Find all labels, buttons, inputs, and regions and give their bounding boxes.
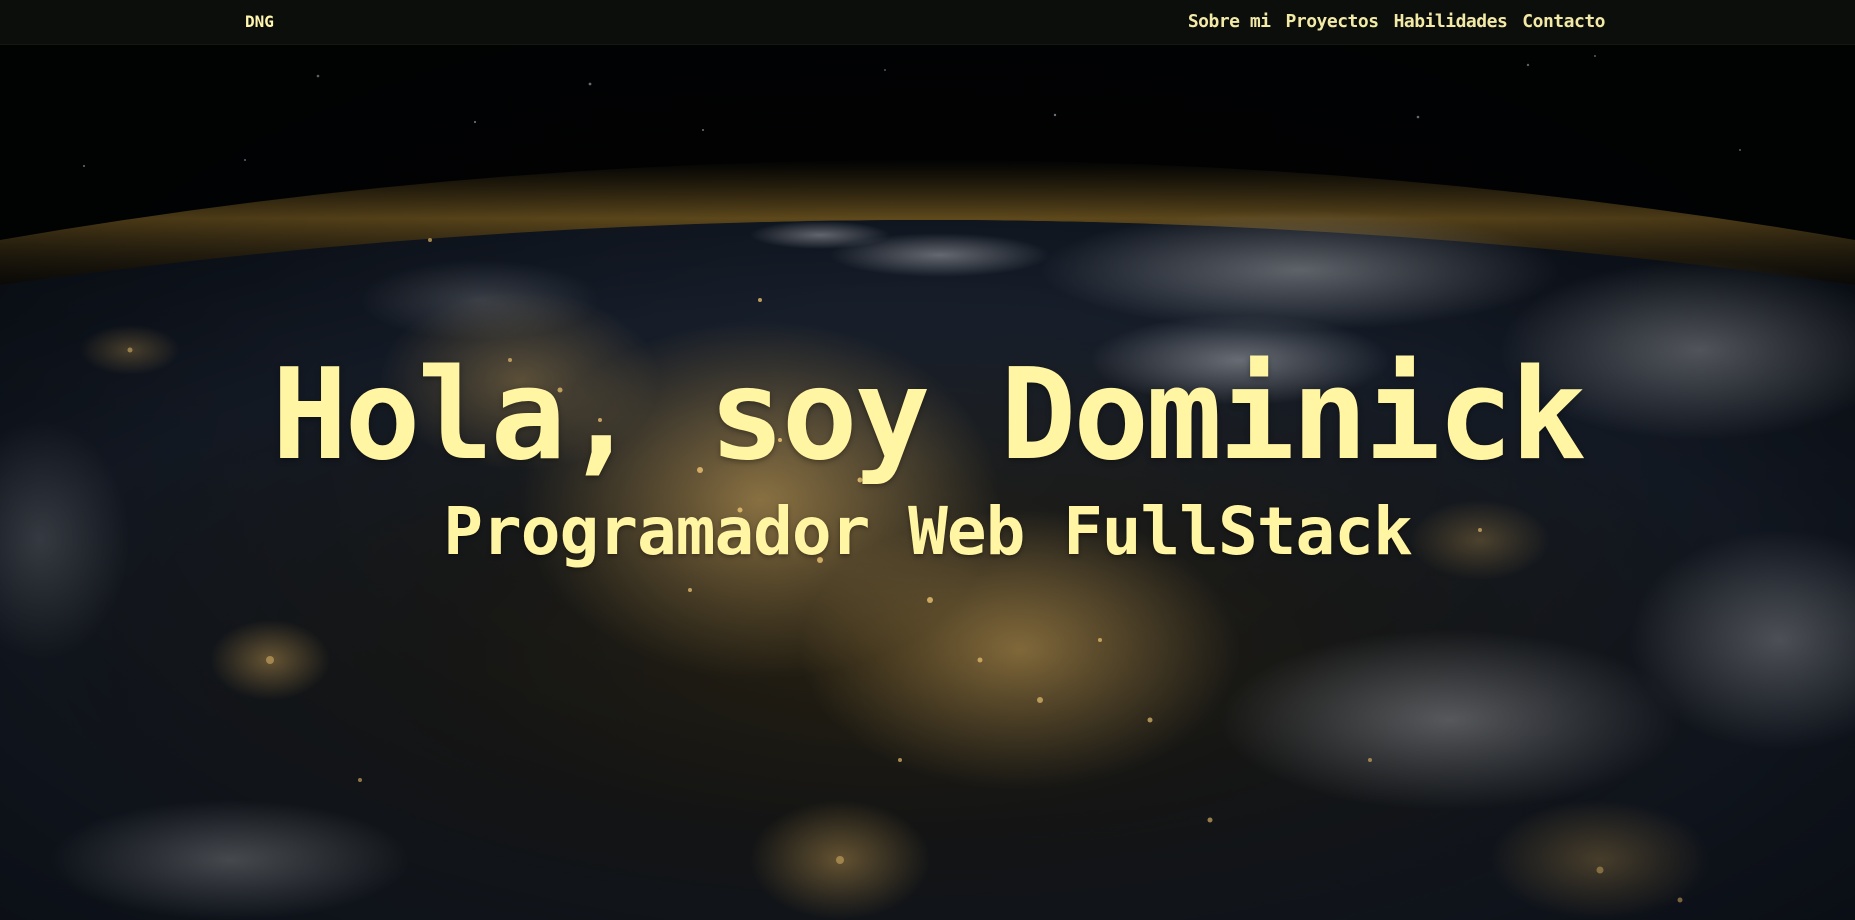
nav-link-contacto[interactable]: Contacto: [1522, 11, 1605, 32]
nav-link-sobre-mi[interactable]: Sobre mi: [1188, 11, 1271, 32]
brand-logo-link[interactable]: DNG: [245, 12, 274, 31]
hero-subtitle: Programador Web FullStack: [443, 493, 1412, 570]
hero-section: Hola, soy Dominick Programador Web FullS…: [0, 340, 1855, 572]
navbar: DNG Sobre mi Proyectos Habilidades Conta…: [0, 0, 1855, 45]
page: DNG Sobre mi Proyectos Habilidades Conta…: [0, 0, 1855, 920]
nav-link-habilidades[interactable]: Habilidades: [1394, 11, 1508, 32]
hero-title: Hola, soy Dominick: [271, 341, 1586, 488]
nav-link-proyectos[interactable]: Proyectos: [1286, 11, 1380, 32]
nav-links: Sobre mi Proyectos Habilidades Contacto: [1188, 11, 1606, 32]
